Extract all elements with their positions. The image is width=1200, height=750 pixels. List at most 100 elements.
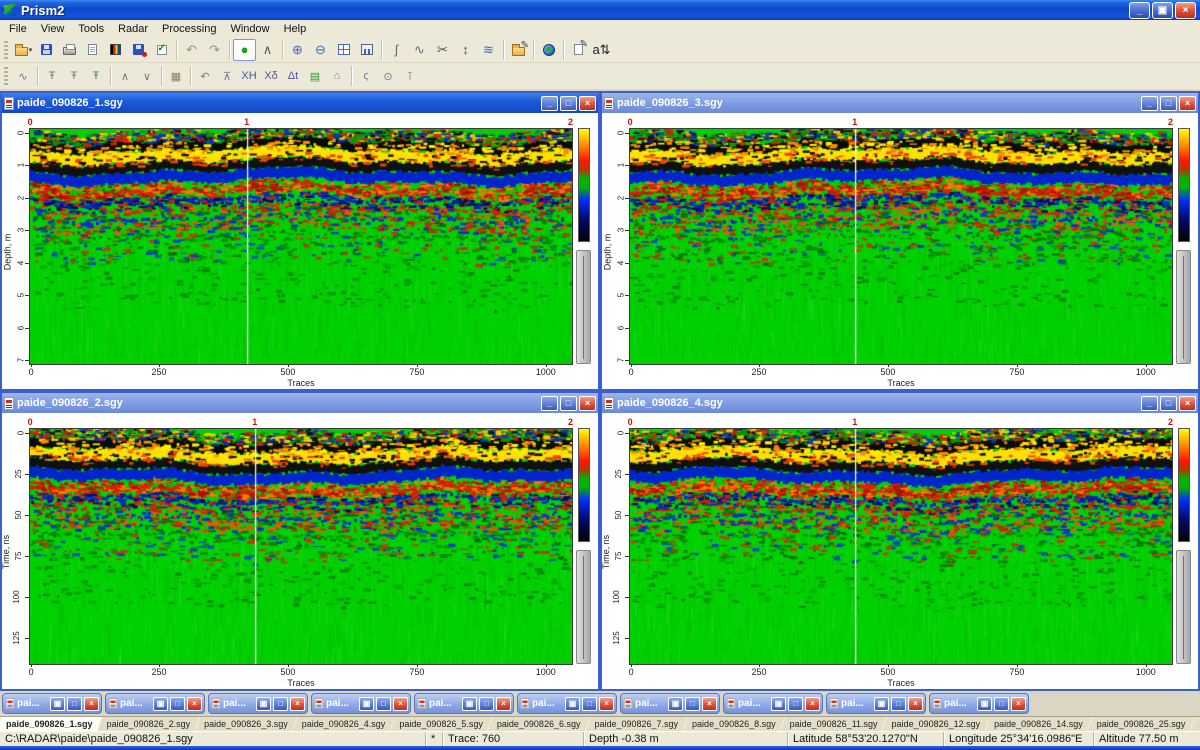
minimized-window[interactable]: pai...▣□× <box>517 693 617 714</box>
file-tab[interactable]: paide_090826_3.sgy <box>195 717 297 731</box>
close-button[interactable]: × <box>496 697 511 711</box>
menu-view[interactable]: View <box>34 22 72 36</box>
processing-icon-15[interactable]: ς <box>355 66 377 86</box>
close-button[interactable]: × <box>908 697 923 711</box>
close-button[interactable]: × <box>805 697 820 711</box>
menu-help[interactable]: Help <box>277 22 314 36</box>
vertical-scrollbar[interactable] <box>1176 550 1191 664</box>
minimize-button[interactable]: _ <box>1141 396 1158 411</box>
maximize-button[interactable]: □ <box>560 96 577 111</box>
restore-button[interactable]: ▣ <box>668 697 683 711</box>
color-palette-icon[interactable] <box>104 39 127 61</box>
file-tab[interactable]: paide_090826_2.sgy <box>98 717 200 731</box>
processing-icon-4[interactable]: Ŧ <box>85 66 107 86</box>
child-title-bar[interactable]: paide_090826_3.sgy _□× <box>602 93 1198 113</box>
processing-icon-14[interactable]: ⌂ <box>326 66 348 86</box>
close-button[interactable]: × <box>579 396 596 411</box>
radargram-plot[interactable] <box>29 428 573 665</box>
processing-icon-1[interactable]: ∿ <box>12 66 34 86</box>
file-tab[interactable]: paide_090826_12.sgy <box>883 717 990 731</box>
processing-icon-5[interactable]: ∧ <box>114 66 136 86</box>
processing-icon-13[interactable]: ▤ <box>304 66 326 86</box>
restore-button[interactable]: ▣ <box>50 697 65 711</box>
wiggle-mode-icon[interactable]: ∧ <box>256 39 279 61</box>
minimized-window[interactable]: pai...▣□× <box>723 693 823 714</box>
minimized-window[interactable]: pai...▣□× <box>414 693 514 714</box>
restore-button[interactable]: ▣ <box>359 697 374 711</box>
close-button[interactable]: × <box>1175 2 1196 19</box>
maximize-button[interactable]: □ <box>788 697 803 711</box>
report-edit-icon[interactable] <box>567 39 590 61</box>
title-bar[interactable]: Prism2 _▣× <box>0 0 1200 20</box>
file-properties-icon[interactable] <box>81 39 104 61</box>
maximize-button[interactable]: □ <box>560 396 577 411</box>
maximize-button[interactable]: □ <box>479 697 494 711</box>
menu-radar[interactable]: Radar <box>111 22 155 36</box>
zoom-in-icon[interactable]: ⊕ <box>286 39 309 61</box>
maximize-button[interactable]: □ <box>685 697 700 711</box>
radargram-plot[interactable] <box>629 428 1173 665</box>
close-button[interactable]: × <box>290 697 305 711</box>
vertical-scrollbar[interactable] <box>1176 250 1191 364</box>
save-icon[interactable] <box>35 39 58 61</box>
minimize-button[interactable]: _ <box>1141 96 1158 111</box>
maximize-button[interactable]: □ <box>170 697 185 711</box>
maximize-button[interactable]: □ <box>1160 96 1177 111</box>
close-button[interactable]: × <box>1179 396 1196 411</box>
close-button[interactable]: × <box>84 697 99 711</box>
vertical-scrollbar[interactable] <box>576 250 591 364</box>
processing-icon-8[interactable]: ↶ <box>194 66 216 86</box>
histogram-panel-icon[interactable] <box>355 39 378 61</box>
child-title-bar[interactable]: paide_090826_4.sgy _□× <box>602 393 1198 413</box>
child-title-bar[interactable]: paide_090826_1.sgy _□× <box>2 93 598 113</box>
maximize-button[interactable]: □ <box>891 697 906 711</box>
cut-traces-icon[interactable]: ✂ <box>431 39 454 61</box>
undo-icon[interactable]: ↶ <box>180 39 203 61</box>
toolbar-grip-handle[interactable] <box>4 67 8 85</box>
processing-icon-12[interactable]: Δt <box>282 66 304 86</box>
redo-icon[interactable]: ↷ <box>203 39 226 61</box>
zoom-out-icon[interactable]: ⊖ <box>309 39 332 61</box>
file-tab[interactable]: paide_090826_5.sgy <box>390 717 492 731</box>
processing-icon-10[interactable]: XH <box>238 66 260 86</box>
menu-processing[interactable]: Processing <box>155 22 223 36</box>
save-section-icon[interactable] <box>127 39 150 61</box>
menu-tools[interactable]: Tools <box>71 22 111 36</box>
maximize-button[interactable]: □ <box>376 697 391 711</box>
processing-icon-17[interactable]: ⊺ <box>399 66 421 86</box>
close-button[interactable]: × <box>1179 96 1196 111</box>
scrollbar-thumb[interactable] <box>1183 256 1184 359</box>
close-button[interactable]: × <box>1011 697 1026 711</box>
minimized-window[interactable]: pai...▣□× <box>311 693 411 714</box>
maximize-button[interactable]: □ <box>1160 396 1177 411</box>
processing-icon-9[interactable]: ⊼ <box>216 66 238 86</box>
processing-icon-7[interactable]: ▦ <box>165 66 187 86</box>
processing-icon-3[interactable]: Ŧ <box>63 66 85 86</box>
minimized-window[interactable]: pai...▣□× <box>105 693 205 714</box>
processing-icon-2[interactable]: Ŧ <box>41 66 63 86</box>
minimized-window[interactable]: pai...▣□× <box>826 693 926 714</box>
minimized-window[interactable]: pai...▣□× <box>2 693 102 714</box>
processing-icon-16[interactable]: ⊙ <box>377 66 399 86</box>
scrollbar-thumb[interactable] <box>1183 556 1184 659</box>
file-tab[interactable]: paide_090826_11.sgy <box>781 717 887 731</box>
minimized-window[interactable]: pai...▣□× <box>929 693 1029 714</box>
font-marker-icon[interactable]: a⇅ <box>590 39 613 61</box>
file-tab[interactable]: paide_090826_14.sgy <box>985 717 1092 731</box>
trace-curve-icon[interactable]: ʃ <box>385 39 408 61</box>
maximize-button[interactable]: □ <box>582 697 597 711</box>
open-file-icon[interactable]: ▾ <box>12 39 35 61</box>
child-title-bar[interactable]: paide_090826_2.sgy _□× <box>2 393 598 413</box>
maximize-button[interactable]: □ <box>67 697 82 711</box>
maximize-button[interactable]: □ <box>994 697 1009 711</box>
close-button[interactable]: × <box>579 96 596 111</box>
wavelet-icon[interactable]: ∿ <box>408 39 431 61</box>
file-tab[interactable]: paide_090826_7.sgy <box>585 717 687 731</box>
menu-file[interactable]: File <box>2 22 34 36</box>
options-checkbox-icon[interactable] <box>150 39 173 61</box>
minimize-button[interactable]: _ <box>1129 2 1150 19</box>
restore-button[interactable]: ▣ <box>874 697 889 711</box>
menu-window[interactable]: Window <box>223 22 276 36</box>
file-tab[interactable]: paide_090826_8.sgy <box>683 717 785 731</box>
restore-button[interactable]: ▣ <box>771 697 786 711</box>
